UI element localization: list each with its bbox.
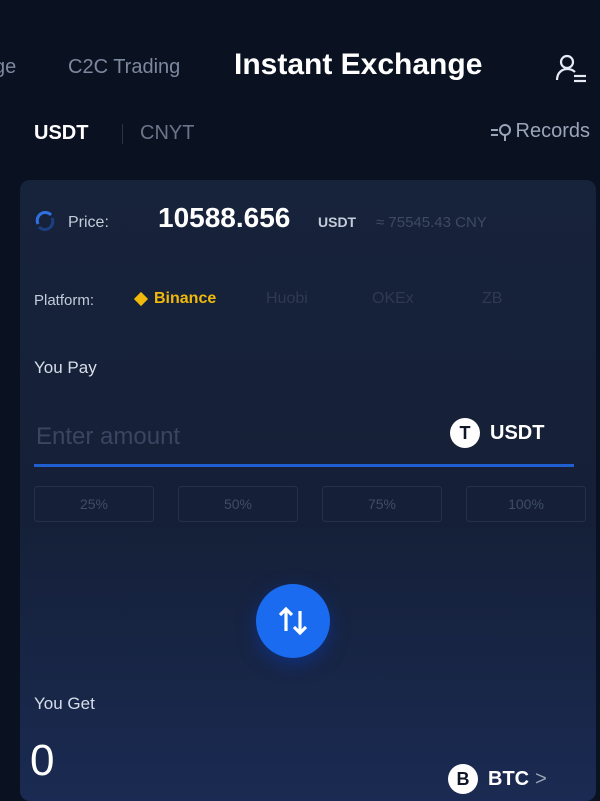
swap-button[interactable] [256, 584, 330, 658]
get-amount-value: 0 [30, 736, 55, 785]
pay-amount-input[interactable] [34, 418, 398, 456]
get-coin-selector[interactable]: B BTC > [448, 764, 547, 794]
platform-binance-label: Binance [154, 290, 217, 307]
binance-logo-icon [133, 291, 149, 306]
price-unit: USDT [318, 214, 357, 230]
pay-coin-name: USDT [490, 421, 545, 444]
percentage-buttons: 25% 50% 75% 100% [34, 486, 594, 522]
tab-exchange[interactable]: ge [0, 56, 16, 79]
user-list-icon[interactable] [554, 52, 588, 86]
get-coin-name: BTC [488, 767, 530, 790]
top-navigation: ge C2C Trading Instant Exchange [0, 34, 600, 94]
percent-100-button[interactable]: 100% [466, 486, 586, 522]
platform-okex[interactable]: OKEx [372, 290, 414, 308]
chevron-right-icon: > [535, 767, 547, 790]
platform-label: Platform: [34, 292, 95, 309]
currency-tabs: USDT CNYT Records [0, 112, 600, 152]
tab-usdt[interactable]: USDT [34, 122, 88, 145]
records-button[interactable]: Records [490, 120, 590, 143]
you-get-label: You Get [34, 694, 95, 713]
percent-50-button[interactable]: 50% [178, 486, 298, 522]
platform-huobi[interactable]: Huobi [266, 290, 308, 308]
price-row: Price: 10588.656 USDT ≈ 75545.43 CNY [34, 200, 594, 240]
tether-icon: T [450, 418, 480, 448]
bitcoin-icon: B [448, 764, 478, 794]
pay-coin-selector[interactable]: T USDT [450, 418, 544, 448]
platform-row: Platform: Binance Huobi OKEx ZB [34, 288, 594, 316]
platform-zb[interactable]: ZB [482, 290, 502, 308]
price-label: Price: [68, 214, 109, 231]
swap-arrows-icon [278, 606, 308, 636]
tab-c2c-trading[interactable]: C2C Trading [68, 56, 180, 79]
pay-input-underline [34, 464, 574, 467]
platform-binance[interactable]: Binance [133, 290, 217, 308]
tab-cnyt[interactable]: CNYT [140, 122, 194, 145]
percent-75-button[interactable]: 75% [322, 486, 442, 522]
price-value: 10588.656 [158, 202, 291, 233]
exchange-card: Price: 10588.656 USDT ≈ 75545.43 CNY Pla… [20, 180, 596, 801]
price-cny-equivalent: ≈ 75545.43 CNY [376, 214, 487, 231]
tab-divider [122, 124, 123, 144]
tab-instant-exchange[interactable]: Instant Exchange [234, 48, 482, 82]
percent-25-button[interactable]: 25% [34, 486, 154, 522]
you-pay-label: You Pay [34, 358, 97, 377]
refresh-icon[interactable] [34, 210, 56, 232]
records-icon [490, 122, 512, 142]
records-label: Records [515, 120, 590, 142]
